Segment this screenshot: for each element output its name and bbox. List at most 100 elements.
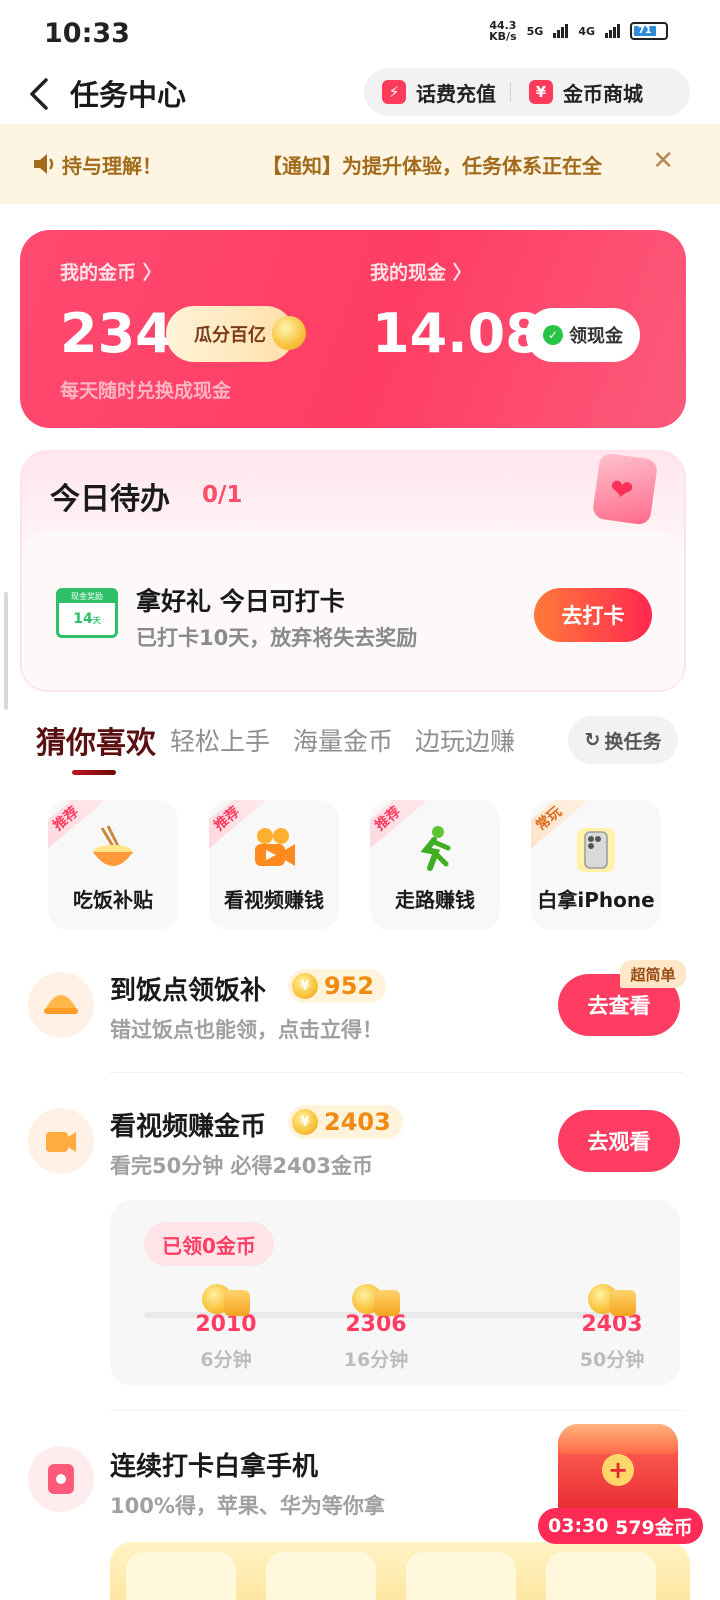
tab-play-and-earn[interactable]: 边玩边赚 bbox=[415, 722, 515, 758]
notice-text-tail: 持与理解！ bbox=[62, 154, 162, 178]
task-coin-amount: 952 bbox=[324, 972, 375, 1000]
signal-5g-label: 5G bbox=[526, 24, 544, 38]
checkin-button[interactable]: 去打卡 bbox=[534, 588, 652, 642]
video-reward-progress: 已领0金币 2010 6分钟 2306 16分钟 2403 50分钟 bbox=[110, 1200, 680, 1386]
network-speed-unit: KB/s bbox=[489, 30, 517, 43]
heart-calendar-icon bbox=[591, 452, 659, 526]
coin-stack-icon bbox=[198, 1282, 254, 1320]
countdown-time: 03:30 bbox=[548, 1515, 609, 1537]
milestone-3: 2403 50分钟 bbox=[562, 1282, 662, 1372]
feature-watch-video[interactable]: 推荐 看视频赚钱 bbox=[209, 800, 339, 930]
calendar-day-unit: 天 bbox=[92, 616, 101, 625]
notice-text: 【通知】为提升体验，任务体系正在全 bbox=[262, 154, 602, 178]
meal-icon bbox=[28, 972, 94, 1038]
task-desc: 看完50分钟 必得2403金币 bbox=[110, 1154, 373, 1178]
received-coins-bubble: 已领0金币 bbox=[144, 1222, 274, 1266]
feature-label: 白拿iPhone bbox=[537, 888, 655, 912]
todo-task-desc: 已打卡10天，放弃将失去奖励 bbox=[136, 626, 418, 650]
calendar-day-number: 14 bbox=[73, 611, 93, 627]
my-cash-link[interactable]: 我的现金 〉 bbox=[370, 258, 472, 285]
feature-label: 看视频赚钱 bbox=[224, 888, 324, 912]
feature-label: 走路赚钱 bbox=[395, 888, 475, 912]
treasure-chest-icon bbox=[558, 1424, 678, 1520]
chevron-left-icon bbox=[30, 78, 48, 110]
close-icon[interactable]: ✕ bbox=[652, 146, 674, 176]
yuan-ticket-icon: ¥ bbox=[529, 80, 553, 104]
tab-guess-you-like[interactable]: 猜你喜欢 bbox=[36, 718, 156, 762]
signal-bars-icon bbox=[553, 24, 569, 38]
task-name: 看视频赚金币 bbox=[110, 1112, 267, 1142]
video-camera-icon bbox=[255, 828, 295, 866]
tab-easy-start[interactable]: 轻松上手 bbox=[170, 722, 270, 758]
milestone-time: 16分钟 bbox=[343, 1349, 409, 1371]
noodle-bowl-icon bbox=[93, 825, 133, 866]
todo-task-title: 拿好礼 今日可打卡 bbox=[136, 587, 345, 616]
quick-actions: ⚡ 话费充值 ¥ 金币商城 bbox=[364, 68, 690, 116]
scroll-indicator bbox=[4, 592, 8, 710]
notice-bar[interactable]: 持与理解！ 【通知】为提升体验，任务体系正在全 ✕ bbox=[0, 124, 720, 204]
coin-stack-icon bbox=[584, 1282, 640, 1320]
category-tabs: 猜你喜欢 轻松上手 海量金币 边玩边赚 ↻ 换任务 bbox=[0, 712, 720, 782]
network-speed: 44.3 KB/s bbox=[489, 20, 516, 42]
task-watch-video[interactable]: 看视频赚金币 ¥ 2403 看完50分钟 必得2403金币 去观看 bbox=[24, 1096, 696, 1196]
todo-title: 今日待办 bbox=[50, 482, 170, 517]
coin-icon: ¥ bbox=[292, 973, 318, 999]
refresh-icon: ↻ bbox=[584, 729, 601, 751]
recharge-button[interactable]: ⚡ 话费充值 bbox=[364, 68, 510, 116]
milestone-time: 50分钟 bbox=[579, 1349, 645, 1371]
recharge-label: 话费充值 bbox=[416, 81, 496, 106]
cash-balance: 14.08 bbox=[372, 302, 543, 365]
wechat-icon: ✓ bbox=[543, 325, 563, 345]
page-title: 任务中心 bbox=[70, 78, 187, 112]
reward-countdown: 03:30 579金币 bbox=[538, 1508, 703, 1544]
iphone-icon bbox=[577, 828, 615, 872]
battery-icon: 71 bbox=[630, 22, 668, 40]
today-todo-card: 今日待办 0/1 现金奖励 14天 拿好礼 今日可打卡 已打卡10天，放弃将失去… bbox=[20, 450, 686, 692]
phone-gift-icon bbox=[28, 1446, 94, 1512]
divider bbox=[110, 1410, 684, 1411]
divider bbox=[110, 1072, 684, 1073]
super-easy-badge: 超简单 bbox=[620, 960, 686, 988]
my-coins-link[interactable]: 我的金币 〉 bbox=[60, 258, 162, 285]
coins-hint: 每天随时兑换成现金 bbox=[60, 380, 232, 402]
task-coin-reward: ¥ 2403 bbox=[288, 1105, 403, 1139]
feature-walk-earn[interactable]: 推荐 走路赚钱 bbox=[370, 800, 500, 930]
signal-bars-icon bbox=[605, 24, 620, 38]
task-name: 连续打卡白拿手机 bbox=[110, 1452, 319, 1482]
floating-reward-chest[interactable]: 03:30 579金币 bbox=[538, 1424, 703, 1544]
lightning-icon: ⚡ bbox=[382, 80, 406, 104]
feature-label: 吃饭补贴 bbox=[73, 888, 153, 912]
feature-free-iphone[interactable]: 常玩 白拿iPhone bbox=[531, 800, 661, 930]
watch-button[interactable]: 去观看 bbox=[558, 1110, 680, 1172]
task-coin-reward: ¥ 952 bbox=[288, 969, 387, 1003]
task-meal-subsidy[interactable]: 到饭点领饭补 ¥ 952 错过饭点也能领，点击立得！ 去查看 超简单 bbox=[24, 960, 696, 1070]
wallet-card: 我的金币 〉 234 瓜分百亿 每天随时兑换成现金 我的现金 〉 14.08 ✓… bbox=[20, 230, 686, 428]
tab-massive-coins[interactable]: 海量金币 bbox=[293, 722, 393, 758]
active-tab-indicator bbox=[72, 770, 116, 775]
todo-task-row[interactable]: 现金奖励 14天 拿好礼 今日可打卡 已打卡10天，放弃将失去奖励 去打卡 bbox=[24, 532, 684, 690]
coin-mall-button[interactable]: ¥ 金币商城 bbox=[511, 68, 657, 116]
calendar-band-text: 现金奖励 bbox=[59, 591, 115, 603]
swap-tasks-button[interactable]: ↻ 换任务 bbox=[568, 716, 678, 764]
countdown-coins: 579金币 bbox=[615, 1516, 693, 1539]
status-icons: 44.3 KB/s 5G 4G 71 bbox=[489, 20, 668, 42]
coin-stack-icon bbox=[348, 1282, 404, 1320]
feature-meal-subsidy[interactable]: 推荐 吃饭补贴 bbox=[48, 800, 178, 930]
claim-cash-button[interactable]: ✓ 领现金 bbox=[526, 308, 640, 362]
feature-cards: 推荐 吃饭补贴 推荐 看视频赚钱 推荐 走路赚钱 常玩 白拿iPhone bbox=[48, 800, 678, 930]
coin-icon: ¥ bbox=[292, 1109, 318, 1135]
calendar-day-count: 14天 bbox=[59, 611, 115, 627]
task-desc: 错过饭点也能领，点击立得！ bbox=[110, 1018, 383, 1042]
todo-progress: 0/1 bbox=[202, 482, 243, 508]
status-time: 10:33 bbox=[44, 18, 130, 49]
task-desc: 100%得，苹果、华为等你拿 bbox=[110, 1494, 385, 1518]
coins-balance: 234 bbox=[60, 302, 173, 365]
battery-level: 71 bbox=[634, 26, 656, 36]
speaker-icon bbox=[34, 154, 54, 174]
status-bar: 10:33 44.3 KB/s 5G 4G 71 bbox=[0, 0, 720, 64]
checkin-calendar-icon: 现金奖励 14天 bbox=[56, 588, 118, 638]
back-button[interactable] bbox=[22, 70, 62, 118]
milestone-2: 2306 16分钟 bbox=[326, 1282, 426, 1372]
claim-cash-label: 领现金 bbox=[569, 326, 623, 347]
milestone-1: 2010 6分钟 bbox=[176, 1282, 276, 1372]
